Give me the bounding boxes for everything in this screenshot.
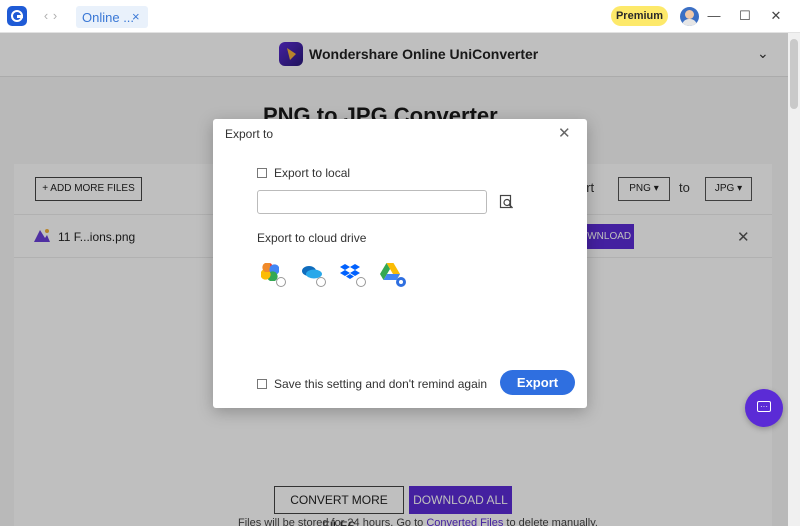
chat-button[interactable]: ··· xyxy=(745,389,783,427)
remember-setting-label: Save this setting and don't remind again xyxy=(274,377,488,391)
dropbox-option[interactable] xyxy=(339,261,366,287)
export-local-checkbox[interactable] xyxy=(257,168,267,178)
browse-folder-icon[interactable] xyxy=(499,194,515,210)
dropbox-radio[interactable] xyxy=(356,277,366,287)
app-logo-icon[interactable] xyxy=(7,6,27,26)
premium-badge[interactable]: Premium xyxy=(611,6,668,26)
browser-tab[interactable]: Online ... × xyxy=(76,6,148,28)
maximize-icon[interactable]: ☐ xyxy=(737,8,753,24)
close-icon[interactable]: ✕ xyxy=(558,124,571,142)
google-drive-radio[interactable] xyxy=(396,277,406,287)
export-dialog: Export to ✕ Export to local Export to cl… xyxy=(213,119,587,408)
cloud-drive-label: Export to cloud drive xyxy=(257,231,367,245)
dialog-title: Export to xyxy=(225,127,274,141)
export-local-label: Export to local xyxy=(274,166,351,180)
scroll-thumb[interactable] xyxy=(790,39,798,109)
export-path-input[interactable] xyxy=(257,190,487,214)
title-bar: ‹ › Online ... × Premium — ☐ ✕ xyxy=(0,0,800,33)
avatar[interactable] xyxy=(680,7,699,26)
google-photos-radio[interactable] xyxy=(276,277,286,287)
window-close-icon[interactable]: ✕ xyxy=(768,8,784,24)
tab-label: Online ... xyxy=(82,10,135,25)
google-photos-option[interactable] xyxy=(259,261,286,287)
google-drive-option[interactable] xyxy=(379,261,406,287)
onedrive-option[interactable] xyxy=(299,261,326,287)
remember-setting-checkbox[interactable] xyxy=(257,379,267,389)
scrollbar[interactable] xyxy=(788,33,800,526)
onedrive-radio[interactable] xyxy=(316,277,326,287)
export-button[interactable]: Export xyxy=(500,370,575,395)
tab-close-icon[interactable]: × xyxy=(132,9,140,24)
forward-icon[interactable]: › xyxy=(49,8,61,24)
minimize-icon[interactable]: — xyxy=(706,8,722,24)
